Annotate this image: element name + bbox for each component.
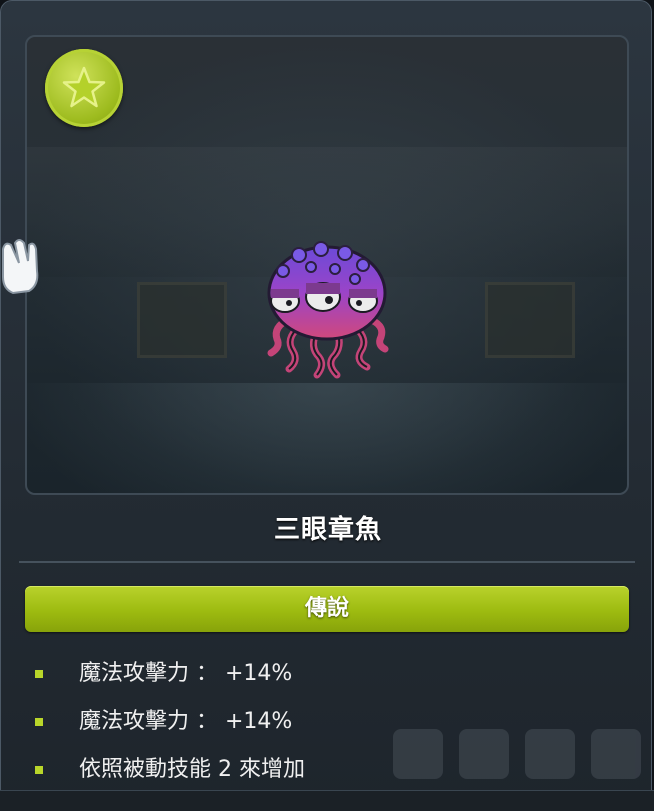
bullet-icon <box>35 670 43 678</box>
monster-info-panel: 三眼章魚 傳說 魔法攻擊力 ： +14% 魔法攻擊力 ： +14% 依照被動技能… <box>0 0 652 806</box>
option-text: 魔法攻擊力 ： +14% <box>79 661 293 686</box>
background-frame <box>137 282 227 358</box>
option-text: 魔法攻擊力 ： +14% <box>79 709 293 734</box>
bag-icon <box>591 729 641 779</box>
star-icon <box>62 66 106 108</box>
character-icon <box>525 729 575 779</box>
background-frame <box>485 282 575 358</box>
bullet-icon <box>35 766 43 774</box>
gift-icon <box>393 729 443 779</box>
background-floor <box>27 383 627 493</box>
bottom-strip <box>0 790 654 811</box>
monster-name: 三眼章魚 <box>273 515 382 545</box>
grade-star-badge <box>45 49 123 127</box>
background-inventory-icons <box>393 729 653 785</box>
scale-icon <box>459 729 509 779</box>
potential-grade-label: 傳說 <box>25 586 629 632</box>
option-text: 依照被動技能 2 來增加 <box>79 757 305 782</box>
divider <box>19 561 635 563</box>
glove-cursor-icon <box>1 239 39 295</box>
bullet-icon <box>35 718 43 726</box>
three-eyed-octopus-sprite <box>267 241 389 379</box>
